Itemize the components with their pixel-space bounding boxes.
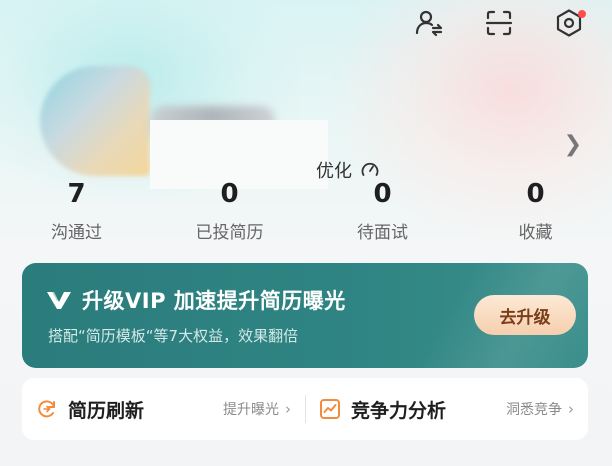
upgrade-button[interactable]: 去升级 <box>474 295 576 335</box>
stat-value: 0 <box>220 179 239 209</box>
scan-button[interactable] <box>480 4 518 42</box>
profile-page: 优化 ❯ 7 沟通过 0 已投简历 0 待面试 0 收藏 升级VIP 加速提升简… <box>0 0 612 466</box>
stat-label: 已投简历 <box>195 223 264 243</box>
scan-icon <box>485 10 513 36</box>
user-switch-button[interactable] <box>410 4 448 42</box>
chevron-right-icon: › <box>285 400 291 418</box>
chevron-right-icon: › <box>568 400 574 418</box>
stats-row: 7 沟通过 0 已投简历 0 待面试 0 收藏 <box>0 176 612 243</box>
stat-interview[interactable]: 0 待面试 <box>306 176 459 243</box>
competitiveness-tool[interactable]: 竞争力分析 洞悉竞争 › <box>305 378 588 440</box>
notification-dot <box>578 10 586 18</box>
profile-header[interactable]: 优化 ❯ <box>0 40 612 189</box>
top-toolbar <box>410 4 588 42</box>
stat-value: 0 <box>373 179 392 209</box>
vip-title: 升级VIP 加速提升简历曝光 <box>82 289 346 313</box>
vip-description: 搭配“简历模板“等7大权益，效果翻倍 <box>48 327 299 345</box>
resume-refresh-tool[interactable]: 简历刷新 提升曝光 › <box>22 378 305 440</box>
stat-favorites[interactable]: 0 收藏 <box>459 176 612 243</box>
stat-label: 收藏 <box>518 223 553 243</box>
avatar[interactable] <box>40 66 150 176</box>
chart-icon <box>320 399 340 419</box>
vip-logo-icon <box>47 292 71 309</box>
vip-title-row: 升级VIP 加速提升简历曝光 <box>46 285 346 315</box>
stat-label: 待面试 <box>357 223 408 243</box>
tool-hint-text: 提升曝光 <box>223 402 279 418</box>
stat-value: 0 <box>526 179 545 209</box>
tools-card: 简历刷新 提升曝光 › 竞争力分析 洞悉竞争 › <box>22 378 588 440</box>
tool-hint: 提升曝光 › <box>223 399 291 419</box>
stat-label: 沟通过 <box>51 223 102 243</box>
tool-title: 简历刷新 <box>68 399 145 422</box>
user-switch-icon <box>415 10 443 37</box>
settings-button[interactable] <box>550 4 588 42</box>
tool-title: 竞争力分析 <box>351 399 447 422</box>
stat-contacted[interactable]: 7 沟通过 <box>0 176 153 243</box>
stat-value: 7 <box>67 179 86 209</box>
chevron-right-icon[interactable]: ❯ <box>564 132 582 157</box>
tool-hint: 洞悉竞争 › <box>506 399 574 419</box>
tool-hint-text: 洞悉竞争 <box>506 402 562 418</box>
vip-banner[interactable]: 升级VIP 加速提升简历曝光 搭配“简历模板“等7大权益，效果翻倍 去升级 <box>22 263 588 368</box>
refresh-icon <box>38 400 55 418</box>
stat-applied[interactable]: 0 已投简历 <box>153 176 306 243</box>
